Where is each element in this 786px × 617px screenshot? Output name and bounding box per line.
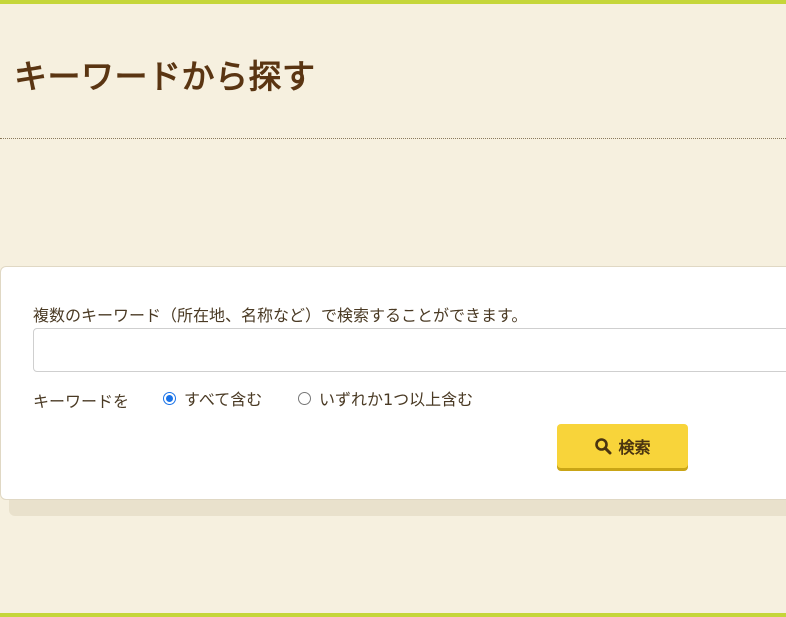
page-title: キーワードから探す	[14, 57, 316, 96]
search-icon	[595, 438, 612, 455]
radio-all-keywords[interactable]: すべて含む	[163, 386, 262, 410]
title-divider	[0, 138, 786, 139]
keyword-input[interactable]	[33, 328, 786, 372]
keyword-mode-label: キーワードを	[33, 392, 130, 411]
radio-any-keyword[interactable]: いずれか1つ以上含む	[298, 386, 473, 410]
search-button[interactable]: 検索	[557, 424, 688, 468]
radio-button-unselected[interactable]	[298, 391, 311, 405]
search-button-label: 検索	[618, 438, 651, 457]
radio-all-label: すべて含む	[184, 390, 263, 409]
radio-button-selected[interactable]	[163, 391, 176, 405]
bottom-accent-line	[0, 613, 786, 617]
radio-any-label: いずれか1つ以上含む	[319, 390, 474, 409]
top-accent-line	[0, 0, 786, 4]
search-description: 複数のキーワード（所在地、名称など）で検索することができます。	[33, 306, 528, 325]
